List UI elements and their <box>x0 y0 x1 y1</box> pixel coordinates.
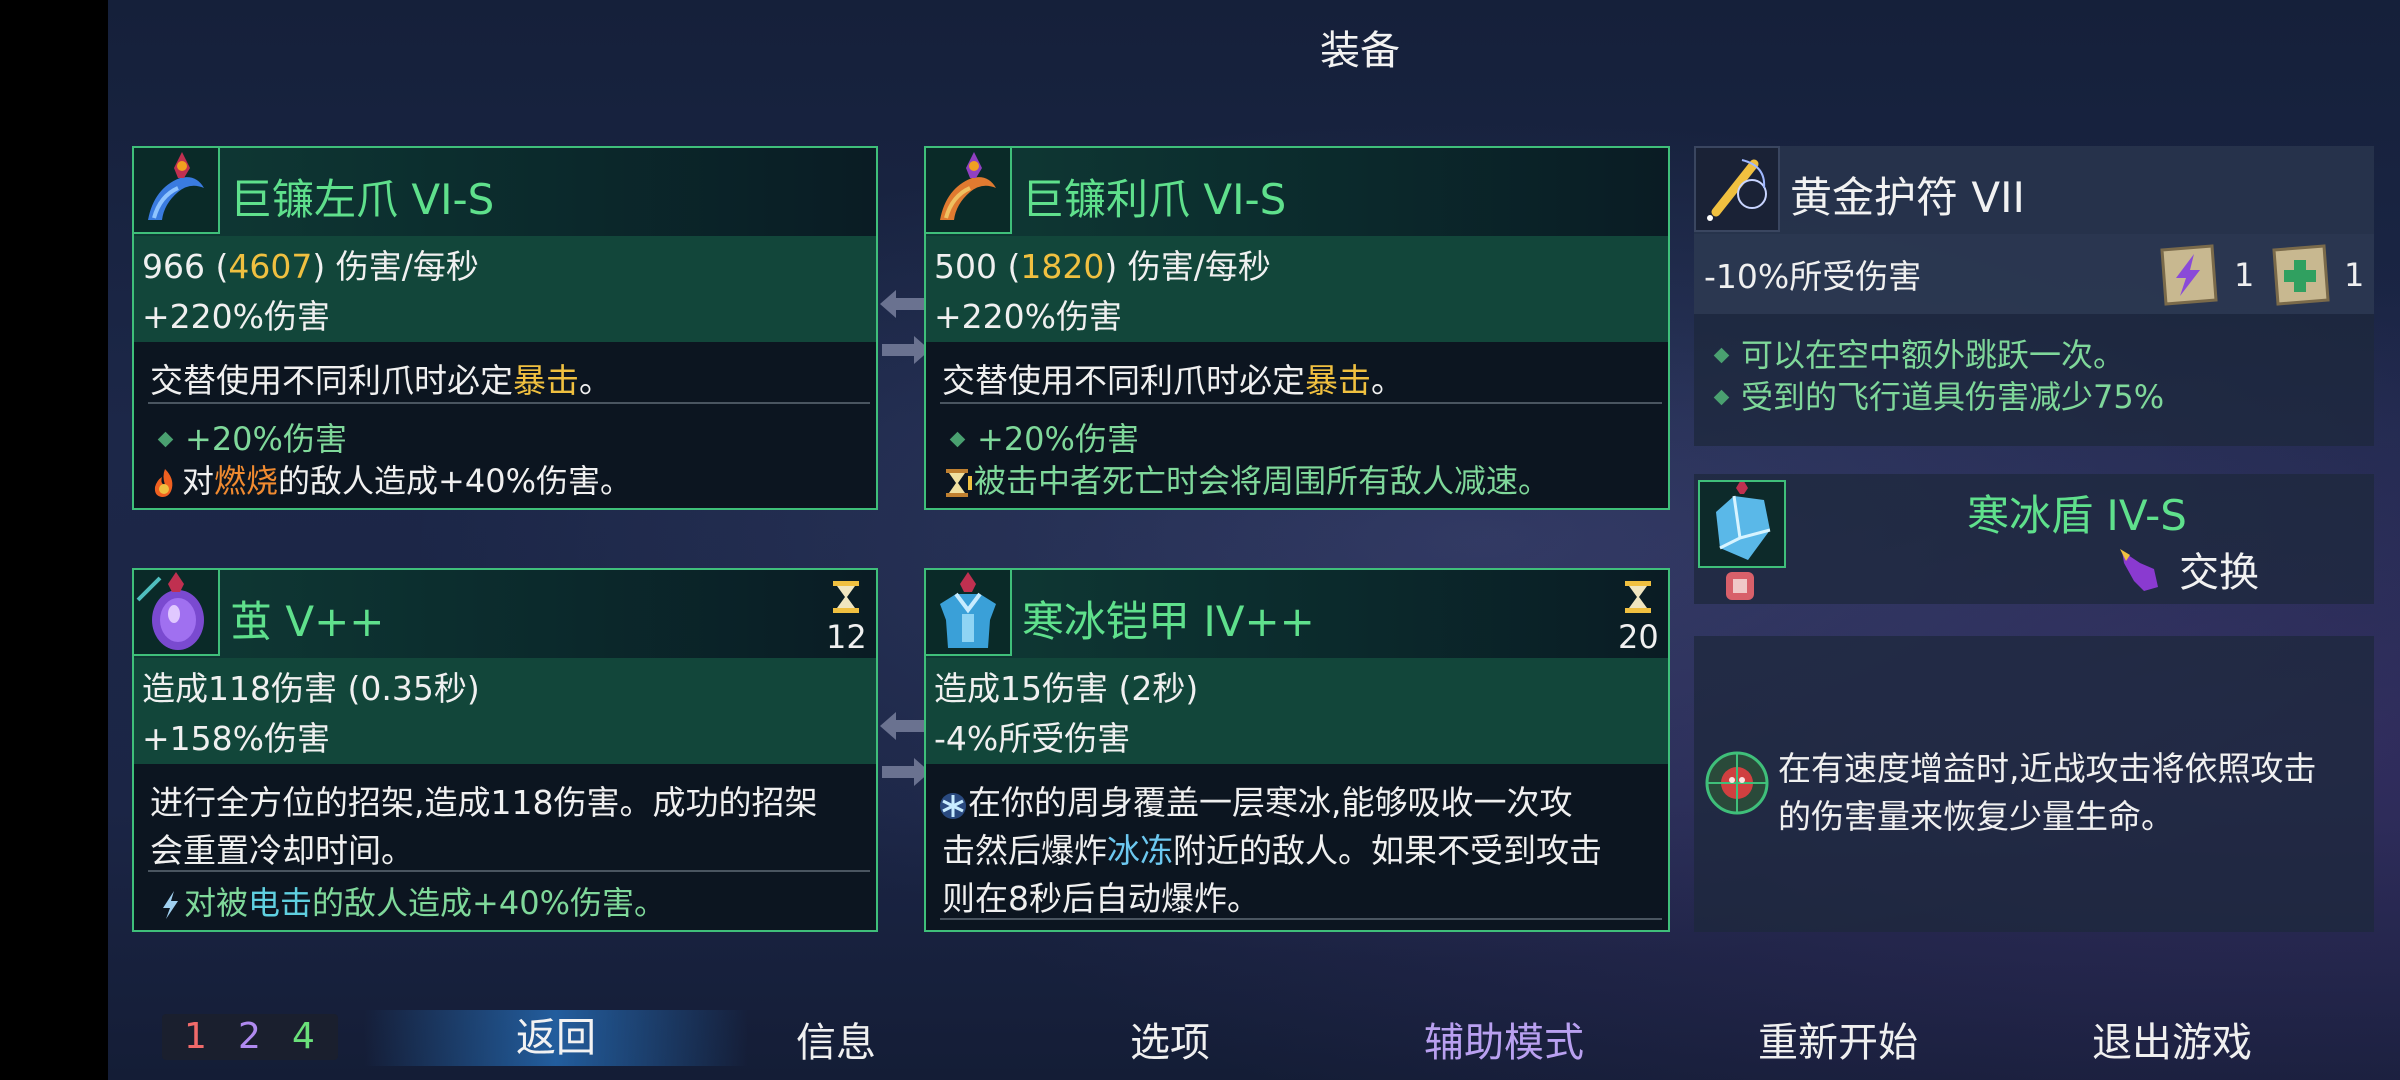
dps-line: 500 (1820) 伤害/每秒 <box>934 247 1271 286</box>
weapon-card-right[interactable]: 巨镰利爪 VI-S 500 (1820) 伤害/每秒 +220%伤害 交替使用不… <box>924 146 1670 510</box>
weapon-card-left[interactable]: 巨镰左爪 VI-S 966 (4607) 伤害/每秒 +220%伤害 交替使用不… <box>132 146 878 510</box>
mutation-icon <box>1702 748 1772 818</box>
description-text: 交替使用不同利爪时必定暴击。 <box>150 361 612 400</box>
cooldown-value: 12 <box>826 618 867 656</box>
ice-shield-icon <box>1698 478 1786 568</box>
damage-bonus: +220%伤害 <box>934 297 1122 336</box>
amulet-name: 黄金护符 VII <box>1790 173 2025 222</box>
damage-bonus: -4%所受伤害 <box>934 719 1131 758</box>
cooldown-timer: 12 <box>826 580 867 656</box>
skill-stats: 造成15伤害 (2秒) -4%所受伤害 <box>926 658 1668 764</box>
quit-button[interactable]: 退出游戏 <box>2052 1010 2292 1068</box>
cooldown-value: 20 <box>1618 618 1659 656</box>
shield-panel[interactable]: 寒冰盾 IV-S 交换 <box>1694 474 2374 604</box>
cooldown-timer: 20 <box>1618 580 1659 656</box>
weapon-stats: 500 (1820) 伤害/每秒 +220%伤害 <box>926 236 1668 342</box>
divider <box>148 402 870 404</box>
description-line: 击然后爆炸冰冻附近的敌人。如果不受到攻击 <box>942 831 1602 870</box>
divider <box>940 918 1662 920</box>
scythe-claw-icon <box>926 148 1012 234</box>
left-scythe-claw-icon <box>134 148 220 234</box>
amulet-bonus: 受到的飞行道具伤害减少75% <box>1708 372 2164 418</box>
description-line: 会重置冷却时间。 <box>150 831 414 870</box>
scroll-count: 1 <box>2344 256 2365 294</box>
restart-button[interactable]: 重新开始 <box>1718 1010 1958 1068</box>
back-button[interactable]: 返回 <box>364 1010 748 1066</box>
amulet-stat: -10%所受伤害 <box>1704 257 1922 296</box>
hourglass-slow-icon <box>940 466 974 500</box>
mutation-text: 在有速度增益时,近战攻击将依照攻击 <box>1778 749 2317 788</box>
skill-damage: 造成15伤害 (2秒) <box>934 669 1199 708</box>
inventory-screen: 装备 巨镰左爪 VI-S 966 (4607) 伤害/每秒 +220%伤害 交替… <box>108 0 2400 1080</box>
weapon-stats: 966 (4607) 伤害/每秒 +220%伤害 <box>134 236 876 342</box>
scroll-stats: 1 2 4 <box>162 1014 338 1060</box>
ice-armor-icon <box>926 570 1012 656</box>
amulet-icon <box>1694 146 1780 232</box>
mutation-panel[interactable]: 在有速度增益时,近战攻击将依照攻击 的伤害量来恢复少量生命。 <box>1694 636 2374 932</box>
skill-card-left[interactable]: 茧 V++ 12 造成118伤害 (0.35秒) +158%伤害 进行全方位的招… <box>132 568 878 932</box>
assist-mode-button[interactable]: 辅助模式 <box>1384 1010 1624 1068</box>
amulet-stat-row: -10%所受伤害 1 1 <box>1694 234 2374 314</box>
description-line: 则在8秒后自动爆炸。 <box>942 879 1260 918</box>
weapon-description: 交替使用不同利爪时必定暴击。 +20%伤害 对燃烧的敌人造成+40%伤害。 <box>134 342 876 508</box>
back-label: 返回 <box>516 1015 596 1061</box>
weapon-name: 巨镰利爪 VI-S <box>1022 175 1287 224</box>
amulet-bonus: 可以在空中额外跳跃一次。 <box>1708 330 2125 376</box>
fire-icon <box>148 466 182 500</box>
cocoon-icon <box>134 570 220 656</box>
options-button[interactable]: 选项 <box>1050 1010 1290 1068</box>
skill-damage: 造成118伤害 (0.35秒) <box>142 669 480 708</box>
snowflake-icon <box>938 790 968 820</box>
affix-shock: 对被电击的敌人造成+40%伤害。 <box>158 878 666 924</box>
survival-scroll-icon <box>2266 240 2336 310</box>
bullet-icon <box>1713 347 1730 363</box>
divider <box>148 870 870 872</box>
hourglass-icon <box>833 581 859 613</box>
shield-name: 寒冰盾 IV-S <box>1967 491 2187 540</box>
swap-label: 交换 <box>2179 550 2260 596</box>
skill-name: 寒冰铠甲 IV++ <box>1022 597 1315 646</box>
affix-burn: 对燃烧的敌人造成+40%伤害。 <box>148 456 632 502</box>
skill-description: 在你的周身覆盖一层寒冰,能够吸收一次攻 击然后爆炸冰冻附近的敌人。如果不受到攻击… <box>926 764 1668 930</box>
damage-bonus: +220%伤害 <box>142 297 330 336</box>
weapon-description: 交替使用不同利爪时必定暴击。 +20%伤害 被击中者死亡时会将周围所有敌人减速。 <box>926 342 1668 508</box>
skill-name: 茧 V++ <box>230 597 385 646</box>
description-line: 进行全方位的招架,造成118伤害。成功的招架 <box>150 783 818 822</box>
damage-bonus: +158%伤害 <box>142 719 330 758</box>
description-text: 交替使用不同利爪时必定暴击。 <box>942 361 1404 400</box>
skill-description: 进行全方位的招架,造成118伤害。成功的招架 会重置冷却时间。 对被电击的敌人造… <box>134 764 876 930</box>
bullet-icon <box>1713 389 1730 405</box>
skill-stats: 造成118伤害 (0.35秒) +158%伤害 <box>134 658 876 764</box>
amulet-panel[interactable]: 黄金护符 VII -10%所受伤害 1 1 可以在空中额外跳跃一次。 受到的飞行… <box>1694 146 2374 446</box>
affix-damage: +20%伤害 <box>944 414 1139 460</box>
gear-mod-icon <box>1722 568 1758 604</box>
bullet-icon <box>157 431 174 447</box>
tactics-stat: 2 <box>238 1016 261 1057</box>
bullet-icon <box>949 431 966 447</box>
screen-title: 装备 <box>1320 28 1400 74</box>
swap-hand-icon <box>2114 543 2164 595</box>
affix-damage: +20%伤害 <box>152 414 347 460</box>
skill-card-right[interactable]: 寒冰铠甲 IV++ 20 造成15伤害 (2秒) -4%所受伤害 在你的周身覆盖… <box>924 568 1670 932</box>
hourglass-icon <box>1625 581 1651 613</box>
affix-slow: 被击中者死亡时会将周围所有敌人减速。 <box>940 456 1550 502</box>
divider <box>940 402 1662 404</box>
swap-button[interactable]: 交换 <box>2114 540 2259 596</box>
scroll-count: 1 <box>2234 256 2255 294</box>
brutality-scroll-icon <box>2154 240 2224 310</box>
weapon-name: 巨镰左爪 VI-S <box>230 175 495 224</box>
dps-line: 966 (4607) 伤害/每秒 <box>142 247 479 286</box>
survival-stat: 4 <box>292 1016 315 1057</box>
lightning-icon <box>158 888 184 922</box>
info-button[interactable]: 信息 <box>716 1010 956 1068</box>
mutation-text: 的伤害量来恢复少量生命。 <box>1778 797 2174 836</box>
description-line: 在你的周身覆盖一层寒冰,能够吸收一次攻 <box>938 776 1573 824</box>
brutality-stat: 1 <box>184 1016 207 1057</box>
